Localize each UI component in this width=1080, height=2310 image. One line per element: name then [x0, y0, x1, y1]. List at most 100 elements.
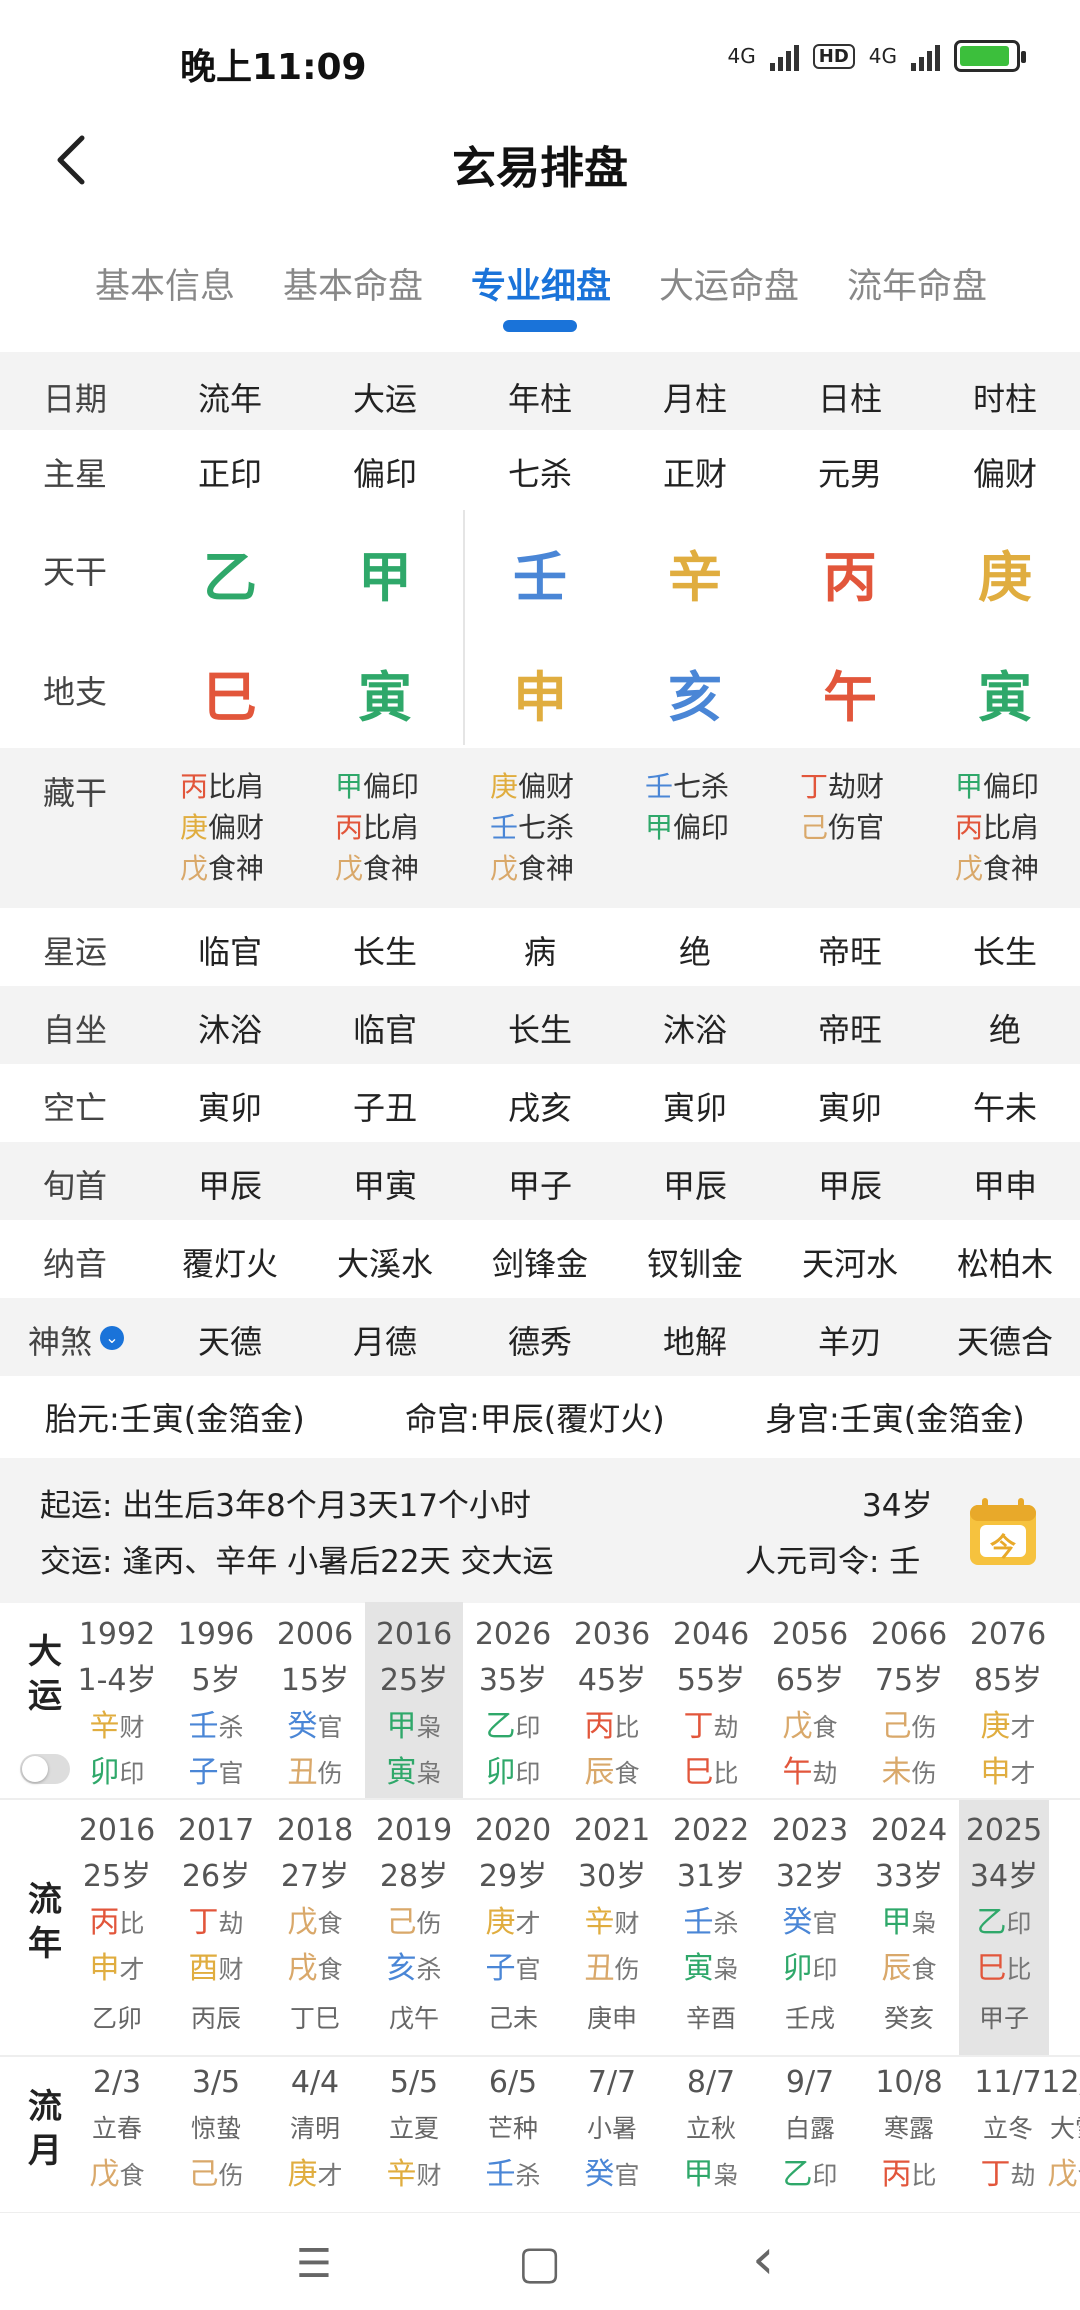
liuyue-gan: 甲枭	[662, 2152, 760, 2198]
tab-liunian-chart[interactable]: 流年命盘	[847, 258, 987, 309]
liunian-zhi-char: 亥	[386, 1951, 417, 1986]
liunian-gan: 乙印	[959, 1900, 1049, 1946]
liuyue-column[interactable]: 5/5 立夏 辛财	[365, 2060, 463, 2210]
liunian-gan-char: 甲	[881, 1905, 912, 1940]
kongwang-value: 寅卯	[817, 1089, 882, 1127]
liunian-column[interactable]: 2021 30岁 辛财 丑伤 庚申	[563, 1800, 661, 2055]
liunian-column[interactable]: 2018 27岁 戊食 戌食 丁巳	[266, 1800, 364, 2055]
dizhi-char: 亥	[668, 666, 722, 729]
calendar-today-icon[interactable]: 今	[966, 1495, 1040, 1569]
tab-basic-chart[interactable]: 基本命盘	[283, 258, 423, 309]
liunian-gan-shishen: 枭	[911, 1909, 937, 1938]
zhuxing-value: 偏财	[972, 455, 1037, 493]
shensha-value[interactable]: 天德合	[930, 1317, 1080, 1363]
liunian-column[interactable]: 2023 32岁 癸官 卯印 壬戌	[761, 1800, 859, 2055]
liunian-gan: 甲枭	[860, 1900, 958, 1946]
liuyue-date: 10/8	[875, 2065, 943, 2100]
canggan-line: 丁劫财	[800, 766, 930, 807]
zhuxing-value: 元男	[817, 455, 882, 493]
dayun-column[interactable]: 1992 1-4岁 辛财 卯印	[68, 1602, 166, 1798]
liunian-gan-shishen: 才	[515, 1909, 541, 1938]
liuyue-column[interactable]: 6/5 芒种 壬杀	[464, 2060, 562, 2210]
kongwang-value: 寅卯	[662, 1089, 727, 1127]
liuyue-column[interactable]: 9/7 白露 乙印	[761, 2060, 859, 2210]
zizuo-value: 沐浴	[197, 1011, 262, 1049]
liunian-column[interactable]: 2024 33岁 甲枭 辰食 癸亥	[860, 1800, 958, 2055]
tab-basic-info[interactable]: 基本信息	[95, 258, 235, 309]
canggan-line: 壬七杀	[490, 807, 620, 848]
liunian-xiaoyun: 甲子	[978, 2004, 1029, 2033]
shensha-value[interactable]: 天德	[155, 1317, 305, 1363]
dayun-zhi-char: 卯	[89, 1755, 120, 1790]
dayun-column[interactable]: 2036 45岁 丙比 辰食	[563, 1602, 661, 1798]
dayun-age: 45岁	[577, 1663, 647, 1698]
dayun-year: 2006	[276, 1617, 354, 1652]
liunian-zhi-shishen: 杀	[416, 1955, 442, 1984]
liuyue-gan: 丙比	[860, 2152, 958, 2198]
dayun-toggle[interactable]	[20, 1754, 70, 1784]
liunian-column[interactable]: 2016 25岁 丙比 申才 乙卯	[68, 1800, 166, 2055]
canggan-gan: 戊	[180, 852, 209, 885]
liunian-column[interactable]: 2022 31岁 壬杀 寅枭 辛酉	[662, 1800, 760, 2055]
liunian-column[interactable]: 2025 34岁 乙印 巳比 甲子	[959, 1800, 1049, 2055]
canggan-shishen: 七杀	[673, 770, 730, 803]
shensha-value[interactable]: 德秀	[465, 1317, 615, 1363]
nav-back-icon[interactable]: ‹	[752, 2227, 774, 2292]
liuyue-gan-char: 庚	[287, 2157, 318, 2192]
nayin-value: 天河水	[801, 1245, 898, 1283]
row-label: 自坐	[42, 1011, 107, 1049]
liunian-zhi: 巳比	[959, 1946, 1049, 1992]
shensha-value[interactable]: 月德	[310, 1317, 460, 1363]
dayun-zhi: 午劫	[761, 1750, 859, 1796]
header-cell: 大运	[352, 380, 417, 418]
dayun-column[interactable]: 2056 65岁 戊食 午劫	[761, 1602, 859, 1798]
dayun-zhi-shishen: 伤	[911, 1759, 937, 1788]
dayun-column[interactable]: 1996 5岁 壬杀 子官	[167, 1602, 265, 1798]
header-cell: 日柱	[817, 380, 882, 418]
liuyue-column[interactable]: 8/7 立秋 甲枭	[662, 2060, 760, 2210]
dayun-column[interactable]: 2026 35岁 乙印 卯印	[464, 1602, 562, 1798]
liunian-column[interactable]: 2017 26岁 丁劫 酉财 丙辰	[167, 1800, 265, 2055]
dayun-column[interactable]: 2066 75岁 己伤 未伤	[860, 1602, 958, 1798]
section-divider	[0, 2055, 1080, 2057]
liunian-gan: 戊食	[266, 1900, 364, 1946]
liuyue-column[interactable]: 12/7 大雪戊食	[1040, 2060, 1080, 2210]
liunian-column[interactable]: 2019 28岁 己伤 亥杀 戊午	[365, 1800, 463, 2055]
liuyue-column[interactable]: 10/8 寒露 丙比	[860, 2060, 958, 2210]
liunian-gan-shishen: 食	[317, 1909, 343, 1938]
liuyue-column[interactable]: 3/5 惊蛰 己伤	[167, 2060, 265, 2210]
liunian-column[interactable]: 2020 29岁 庚才 子官 己未	[464, 1800, 562, 2055]
dayun-age: 55岁	[676, 1663, 746, 1698]
page-title: 玄易排盘	[452, 143, 628, 194]
dayun-column[interactable]: 2006 15岁 癸官 丑伤	[266, 1602, 364, 1798]
dayun-zhi-shishen: 劫	[812, 1759, 838, 1788]
tab-professional-chart[interactable]: 专业细盘	[471, 258, 611, 309]
shensha-value[interactable]: 地解	[620, 1317, 770, 1363]
liuyue-date: 6/5	[488, 2065, 538, 2100]
dayun-zhi: 巳比	[662, 1750, 760, 1796]
status-time: 晚上11:09	[180, 47, 367, 88]
liunian-gan-char: 辛	[584, 1905, 615, 1940]
row-shensha: 神煞 ⌄ 天德 月德 德秀 地解 羊刃 天德合	[0, 1298, 1080, 1376]
chevron-down-icon[interactable]: ⌄	[100, 1326, 124, 1350]
shensha-value[interactable]: 羊刃	[775, 1317, 925, 1363]
liuyue-column[interactable]: 2/3 立春 戊食	[68, 2060, 166, 2210]
liunian-zhi: 寅枭	[662, 1946, 760, 1992]
home-icon[interactable]: ▢	[518, 2235, 561, 2289]
liuyue-column[interactable]: 7/7 小暑 癸官	[563, 2060, 661, 2210]
menu-icon[interactable]: ☰	[296, 2241, 332, 2287]
liunian-age: 33岁	[874, 1859, 944, 1894]
dayun-column[interactable]: 2046 55岁 丁劫 巳比	[662, 1602, 760, 1798]
dayun-gan-char: 辛	[89, 1709, 120, 1744]
liuyue-date: 9/7	[785, 2065, 835, 2100]
liuyue-column[interactable]: 4/4 清明 庚才	[266, 2060, 364, 2210]
canggan-gan: 壬	[645, 770, 674, 803]
tab-dayun-chart[interactable]: 大运命盘	[659, 258, 799, 309]
dayun-column[interactable]: 2016 25岁 甲枭 寅枭	[365, 1602, 463, 1798]
liuyue-gan-shishen: 才	[317, 2161, 343, 2190]
canggan-gan: 戊	[955, 852, 984, 885]
dayun-column[interactable]: 2076 85岁 庚才 申才	[959, 1602, 1057, 1798]
row-label: 星运	[42, 933, 107, 971]
tab-bar: 基本信息 基本命盘 专业细盘 大运命盘 流年命盘	[0, 258, 1080, 338]
zizuo-value: 帝旺	[817, 1011, 882, 1049]
